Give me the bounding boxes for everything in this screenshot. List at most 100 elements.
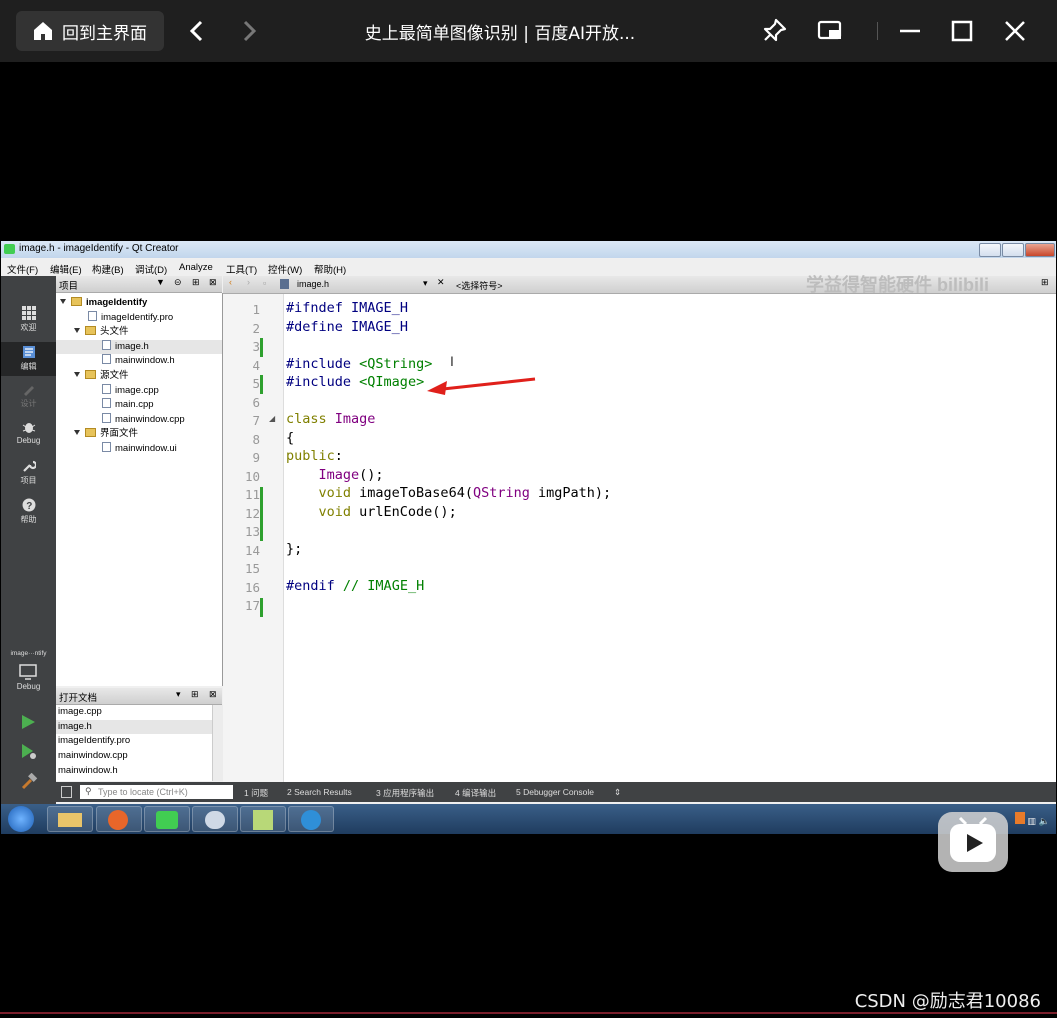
tree-item-mainwindow-cpp[interactable]: mainwindow.cpp	[102, 413, 185, 427]
mode-welcome-label: 欢迎	[20, 323, 37, 332]
text-cursor-icon: I	[450, 353, 454, 369]
editor-file-selector[interactable]: image.h	[297, 279, 329, 289]
home-icon	[34, 22, 52, 40]
menu-help[interactable]: 帮助(H)	[314, 262, 346, 276]
mode-welcome[interactable]: 欢迎	[1, 306, 56, 340]
close-panel-icon[interactable]: ⊠	[209, 277, 217, 288]
close-icon[interactable]	[1003, 17, 1027, 45]
code-line: #define IMAGE_H	[286, 319, 408, 335]
fold-marker-icon[interactable]: ◢	[269, 414, 275, 423]
tree-item-image-cpp[interactable]: image.cpp	[102, 384, 159, 398]
link-icon[interactable]: ⊝	[174, 277, 182, 288]
split-icon[interactable]: ⊞	[192, 277, 200, 288]
kit-selector[interactable]: Debug	[1, 664, 56, 698]
mode-help[interactable]: ? 帮助	[1, 498, 56, 532]
expand-arrow-icon[interactable]	[74, 430, 80, 435]
qt-restore-button[interactable]	[1002, 243, 1024, 257]
annotation-arrow-icon	[427, 377, 536, 395]
tree-item-main-cpp[interactable]: main.cpp	[102, 398, 154, 412]
open-doc-item[interactable]: image.cpp	[56, 705, 212, 720]
home-button[interactable]: 回到主界面	[16, 11, 164, 51]
code-line: #include <QString>	[286, 356, 433, 372]
close-panel-icon[interactable]: ⊠	[209, 689, 217, 700]
taskbar-ie-icon[interactable]	[288, 806, 334, 832]
mode-design[interactable]: 设计	[1, 382, 56, 416]
code-line: void imageToBase64(QString imgPath);	[318, 485, 612, 501]
code-line: void urlEnCode();	[318, 504, 457, 520]
expand-arrow-icon[interactable]	[74, 328, 80, 333]
dropdown-arrow-icon[interactable]: ▾	[423, 278, 428, 289]
picture-in-picture-icon[interactable]	[816, 17, 844, 45]
qt-minimize-button[interactable]	[979, 243, 1001, 257]
menu-edit[interactable]: 编辑(E)	[50, 262, 82, 276]
split-icon[interactable]: ⊞	[1041, 277, 1049, 288]
back-arrow-icon[interactable]	[186, 18, 208, 44]
output-tabs-more-icon[interactable]: ⇕	[614, 787, 621, 798]
tray-volume-icon[interactable]: 🔈	[1039, 817, 1050, 827]
tree-folder-sources[interactable]: 源文件	[74, 369, 129, 383]
line-number: 8	[252, 432, 260, 447]
bug-icon	[22, 423, 35, 433]
tray-network-icon[interactable]: ▥	[1027, 817, 1036, 827]
open-doc-item[interactable]: imageIdentify.pro	[56, 734, 212, 749]
minimize-icon[interactable]	[898, 17, 922, 45]
video-play-button[interactable]	[938, 812, 1008, 872]
expand-arrow-icon[interactable]	[74, 372, 80, 377]
output-tab-search[interactable]: 2 Search Results	[287, 787, 352, 797]
tree-folder-headers[interactable]: 头文件	[74, 325, 129, 339]
project-folder-icon	[71, 297, 82, 306]
mode-help-label: 帮助	[20, 515, 37, 524]
ui-file-icon	[102, 442, 111, 452]
sidebar-toggle-icon[interactable]	[61, 786, 72, 798]
filter-icon[interactable]: ▼	[156, 277, 165, 287]
pencil-icon	[23, 386, 34, 396]
tree-item-mainwindow-ui[interactable]: mainwindow.ui	[102, 442, 177, 456]
output-tab-issues[interactable]: 1 问题	[244, 787, 268, 799]
menu-tools[interactable]: 工具(T)	[226, 262, 257, 276]
dropdown-arrow-icon[interactable]: ▾	[176, 689, 181, 700]
menu-build[interactable]: 构建(B)	[92, 262, 124, 276]
header-file-icon	[102, 354, 111, 364]
taskbar-app-icon[interactable]	[240, 806, 286, 832]
forward-arrow-icon[interactable]	[238, 18, 260, 44]
debug-run-icon[interactable]	[20, 743, 38, 761]
expand-arrow-icon[interactable]	[60, 299, 66, 304]
output-tab-debugger[interactable]: 5 Debugger Console	[516, 787, 594, 797]
tree-item-pro[interactable]: imageIdentify.pro	[88, 311, 173, 325]
start-orb-icon[interactable]	[8, 806, 34, 832]
menu-debug[interactable]: 调试(D)	[135, 262, 167, 276]
tree-folder-forms[interactable]: 界面文件	[74, 427, 138, 441]
menu-file[interactable]: 文件(F)	[7, 262, 38, 276]
mode-projects[interactable]: 项目	[1, 459, 56, 493]
tray-input-method-icon[interactable]	[1014, 812, 1025, 824]
locate-input[interactable]: Type to locate (Ctrl+K)	[80, 785, 233, 799]
output-tab-app-output[interactable]: 3 应用程序输出	[376, 787, 434, 799]
open-doc-item[interactable]: mainwindow.h	[56, 764, 212, 779]
menu-widget[interactable]: 控件(W)	[268, 262, 302, 276]
taskbar-qtcreator-icon[interactable]	[144, 806, 190, 832]
open-doc-item[interactable]: mainwindow.cpp	[56, 749, 212, 764]
open-documents-scrollbar[interactable]	[212, 705, 223, 781]
tree-root[interactable]: imageIdentify	[60, 296, 147, 310]
run-icon[interactable]	[20, 714, 36, 730]
taskbar-firefox-icon[interactable]	[96, 806, 142, 832]
pin-icon[interactable]	[760, 17, 788, 45]
close-document-icon[interactable]: ✕	[437, 277, 445, 288]
open-doc-item[interactable]: image.h	[56, 719, 212, 735]
nav-back-icon[interactable]: ‹	[229, 277, 232, 287]
qt-close-button[interactable]	[1025, 243, 1055, 257]
build-hammer-icon[interactable]	[20, 773, 38, 791]
mode-edit[interactable]: 编辑	[1, 342, 56, 376]
tree-item-mainwindow-h[interactable]: mainwindow.h	[102, 354, 175, 368]
projects-panel-title: 项目	[59, 281, 79, 292]
output-tab-compile[interactable]: 4 编译输出	[455, 787, 496, 799]
taskbar-paint-icon[interactable]	[192, 806, 238, 832]
tree-item-image-h[interactable]: image.h	[56, 340, 222, 354]
nav-forward-icon[interactable]: ›	[247, 277, 250, 287]
symbol-selector[interactable]: <选择符号>	[456, 279, 503, 292]
split-icon[interactable]: ⊞	[191, 689, 199, 700]
taskbar-explorer-icon[interactable]	[47, 806, 93, 832]
menu-analyze[interactable]: Analyze	[179, 262, 213, 273]
maximize-icon[interactable]	[950, 17, 974, 45]
mode-debug[interactable]: Debug	[1, 420, 56, 454]
